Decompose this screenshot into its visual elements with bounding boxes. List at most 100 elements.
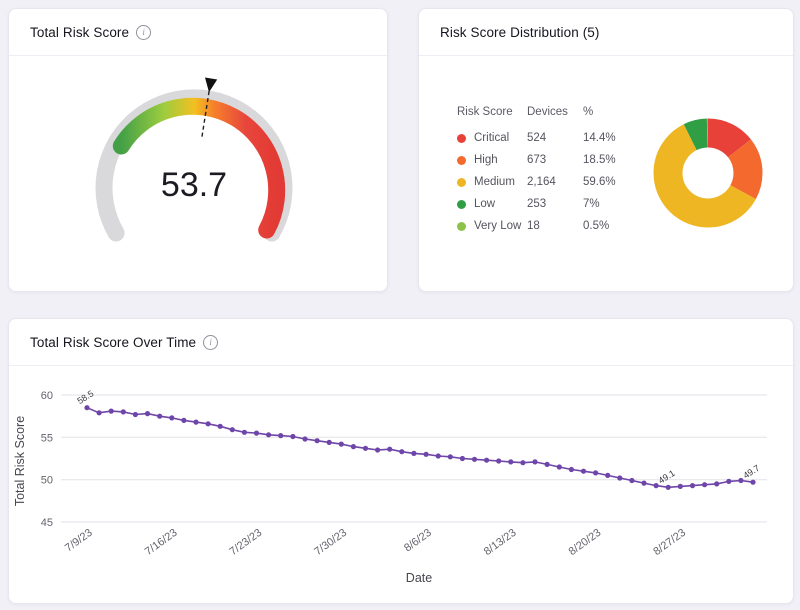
total-risk-score-over-time-card: Total Risk Score Over Time i Date Total … <box>8 318 794 604</box>
data-point[interactable] <box>266 432 271 437</box>
data-point[interactable] <box>290 434 295 439</box>
data-point[interactable] <box>351 444 356 449</box>
data-point[interactable] <box>448 454 453 459</box>
legend-devices: 2,164 <box>527 176 583 188</box>
risk-distribution-donut-chart <box>649 114 767 232</box>
legend-row[interactable]: Critical 524 14.4% <box>457 127 633 149</box>
info-icon[interactable]: i <box>136 25 151 40</box>
risk-score-distribution-card: Risk Score Distribution (5) Risk Score D… <box>418 8 794 292</box>
data-point[interactable] <box>629 478 634 483</box>
data-point[interactable] <box>242 430 247 435</box>
data-point[interactable] <box>726 479 731 484</box>
legend-devices: 253 <box>527 198 583 210</box>
legend-label: High <box>474 154 498 166</box>
data-point[interactable] <box>641 481 646 486</box>
data-point[interactable] <box>206 421 211 426</box>
data-point[interactable] <box>738 478 743 483</box>
data-point[interactable] <box>145 411 150 416</box>
legend-label: Critical <box>474 132 509 144</box>
distribution-card-title: Risk Score Distribution (5) <box>440 25 600 40</box>
legend-percent: 0.5% <box>583 220 633 232</box>
data-point[interactable] <box>424 452 429 457</box>
data-point[interactable] <box>193 420 198 425</box>
data-point[interactable] <box>678 484 683 489</box>
data-point[interactable] <box>666 485 671 490</box>
gauge-value: 53.7 <box>161 166 227 204</box>
point-annotation: 49.7 <box>741 463 761 481</box>
legend-label-cell: Critical <box>457 132 527 144</box>
y-tick-label: 55 <box>41 432 53 444</box>
legend-label: Very Low <box>474 220 521 232</box>
data-point[interactable] <box>484 458 489 463</box>
data-point[interactable] <box>399 449 404 454</box>
legend-color-dot <box>457 200 466 209</box>
x-tick-label: 7/23/23 <box>228 527 265 558</box>
legend-label-cell: Low <box>457 198 527 210</box>
data-point[interactable] <box>557 464 562 469</box>
data-point[interactable] <box>315 438 320 443</box>
x-tick-label: 7/16/23 <box>143 527 180 558</box>
data-point[interactable] <box>181 418 186 423</box>
y-tick-label: 45 <box>41 517 53 529</box>
data-point[interactable] <box>375 447 380 452</box>
data-point[interactable] <box>472 457 477 462</box>
data-point[interactable] <box>520 460 525 465</box>
data-point[interactable] <box>617 475 622 480</box>
data-point[interactable] <box>302 436 307 441</box>
risk-score-line <box>87 408 753 488</box>
gauge-card-header: Total Risk Score i <box>9 9 387 56</box>
data-point[interactable] <box>254 431 259 436</box>
data-point[interactable] <box>714 481 719 486</box>
total-risk-score-card: Total Risk Score i 53.7 <box>8 8 388 292</box>
legend-row[interactable]: Medium 2,164 59.6% <box>457 171 633 193</box>
legend-label: Medium <box>474 176 515 188</box>
legend-row[interactable]: High 673 18.5% <box>457 149 633 171</box>
data-point[interactable] <box>157 414 162 419</box>
data-point[interactable] <box>133 412 138 417</box>
legend-row[interactable]: Very Low 18 0.5% <box>457 215 633 237</box>
legend-row[interactable]: Low 253 7% <box>457 193 633 215</box>
legend-header-row: Risk Score Devices % <box>457 106 633 118</box>
data-point[interactable] <box>278 433 283 438</box>
timeseries-card-header: Total Risk Score Over Time i <box>9 319 793 366</box>
data-point[interactable] <box>339 442 344 447</box>
x-tick-label: 7/9/23 <box>63 527 95 555</box>
data-point[interactable] <box>654 483 659 488</box>
data-point[interactable] <box>387 447 392 452</box>
data-point[interactable] <box>750 480 755 485</box>
legend-rows: Critical 524 14.4% High 673 18.5% Medium… <box>457 127 633 237</box>
data-point[interactable] <box>411 451 416 456</box>
data-point[interactable] <box>436 453 441 458</box>
data-point[interactable] <box>363 446 368 451</box>
info-icon[interactable]: i <box>203 335 218 350</box>
data-point[interactable] <box>605 473 610 478</box>
legend-label: Low <box>474 198 495 210</box>
legend-label-cell: High <box>457 154 527 166</box>
data-point[interactable] <box>230 427 235 432</box>
data-point[interactable] <box>545 462 550 467</box>
data-point[interactable] <box>84 405 89 410</box>
y-tick-label: 50 <box>41 475 53 487</box>
data-point[interactable] <box>327 440 332 445</box>
data-point[interactable] <box>169 415 174 420</box>
x-tick-label: 8/13/23 <box>482 527 519 558</box>
legend-percent: 14.4% <box>583 132 633 144</box>
data-point[interactable] <box>690 483 695 488</box>
data-point[interactable] <box>109 409 114 414</box>
distribution-card-header: Risk Score Distribution (5) <box>419 9 793 56</box>
data-point[interactable] <box>508 459 513 464</box>
data-point[interactable] <box>496 458 501 463</box>
x-tick-label: 7/30/23 <box>312 527 349 558</box>
legend-color-dot <box>457 134 466 143</box>
data-point[interactable] <box>460 456 465 461</box>
data-point[interactable] <box>593 470 598 475</box>
legend-color-dot <box>457 222 466 231</box>
data-point[interactable] <box>702 482 707 487</box>
data-point[interactable] <box>532 459 537 464</box>
data-point[interactable] <box>581 469 586 474</box>
data-point[interactable] <box>97 410 102 415</box>
legend-label-cell: Medium <box>457 176 527 188</box>
data-point[interactable] <box>121 409 126 414</box>
data-point[interactable] <box>218 424 223 429</box>
data-point[interactable] <box>569 467 574 472</box>
